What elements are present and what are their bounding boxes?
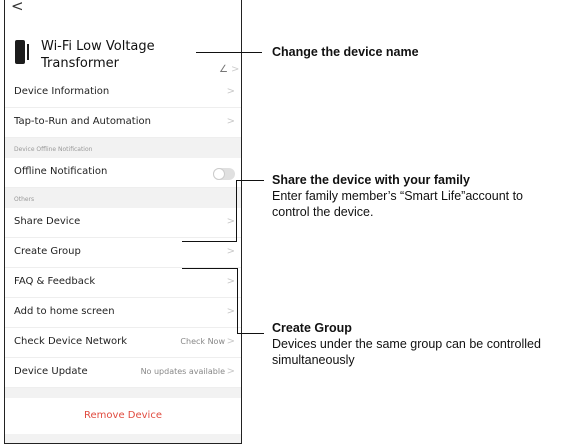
faq-feedback-row[interactable]: FAQ & Feedback > <box>5 268 241 298</box>
section-header-others: Others <box>5 188 241 208</box>
row-label: Add to home screen <box>14 306 115 317</box>
check-network-row[interactable]: Check Device Network Check Now > <box>5 328 241 358</box>
row-label: FAQ & Feedback <box>14 276 96 287</box>
chevron-right-icon: > <box>226 336 235 347</box>
device-update-row[interactable]: Device Update No updates available > <box>5 358 241 388</box>
annotation-body: Devices under the same group can be cont… <box>272 337 541 367</box>
callout-line-rename <box>196 52 262 53</box>
chevron-right-icon: > <box>226 116 235 127</box>
phone-screen: < Wi-Fi Low Voltage Transformer ∠ > Devi… <box>4 0 242 444</box>
annotation-body: Enter family member’s “Smart Life”accoun… <box>272 189 524 219</box>
chevron-right-icon: > <box>226 246 235 257</box>
section-header-offline: Device Offline Notification <box>5 138 241 158</box>
callout-line-share-h <box>236 180 264 181</box>
annotation-title: Change the device name <box>272 45 419 59</box>
callout-line-share-v <box>236 180 237 242</box>
top-bar: < <box>5 0 241 20</box>
row-label: Tap-to-Run and Automation <box>14 116 151 127</box>
remove-device-button[interactable]: Remove Device <box>5 398 241 434</box>
section-label: Others <box>14 196 35 203</box>
annotation-title: Create Group <box>272 321 352 335</box>
device-header[interactable]: Wi-Fi Low Voltage Transformer ∠ > <box>5 20 241 78</box>
row-label: Device Information <box>14 86 110 97</box>
row-label: Device Update <box>14 366 88 377</box>
chevron-right-icon: > <box>226 366 235 377</box>
offline-notification-toggle[interactable] <box>213 168 235 180</box>
tap-to-run-row[interactable]: Tap-to-Run and Automation > <box>5 108 241 138</box>
update-status-value: No updates available <box>140 367 225 376</box>
device-name: Wi-Fi Low Voltage Transformer <box>41 39 155 71</box>
callout-line-share-h2 <box>182 241 237 242</box>
chevron-right-icon: > <box>226 216 235 227</box>
row-label: Create Group <box>14 246 81 257</box>
callout-line-group-v <box>237 268 238 334</box>
row-label: Check Device Network <box>14 336 128 347</box>
chevron-right-icon: > <box>231 64 240 75</box>
remove-device-label: Remove Device <box>84 410 162 421</box>
check-now-value: Check Now <box>180 337 225 346</box>
annotation-rename: Change the device name <box>272 44 419 60</box>
annotation-group: Create Group Devices under the same grou… <box>272 320 570 368</box>
back-icon[interactable]: < <box>11 0 24 15</box>
callout-line-group-h2 <box>237 333 264 334</box>
toggle-knob <box>213 168 225 180</box>
row-label: Share Device <box>14 216 81 227</box>
annotation-title: Share the device with your family <box>272 173 470 187</box>
offline-notification-row: Offline Notification <box>5 158 241 188</box>
annotation-share: Share the device with your family Enter … <box>272 172 562 220</box>
device-thumbnail <box>15 40 29 64</box>
chevron-right-icon: > <box>226 276 235 287</box>
share-device-row[interactable]: Share Device > <box>5 208 241 238</box>
device-information-row[interactable]: Device Information > <box>5 78 241 108</box>
callout-line-group-h <box>182 268 238 269</box>
edit-icon[interactable]: ∠ <box>219 64 228 75</box>
create-group-row[interactable]: Create Group > <box>5 238 241 268</box>
chevron-right-icon: > <box>226 306 235 317</box>
chevron-right-icon: > <box>226 86 235 97</box>
add-home-screen-row[interactable]: Add to home screen > <box>5 298 241 328</box>
section-label: Device Offline Notification <box>14 146 93 153</box>
row-label: Offline Notification <box>14 166 108 177</box>
